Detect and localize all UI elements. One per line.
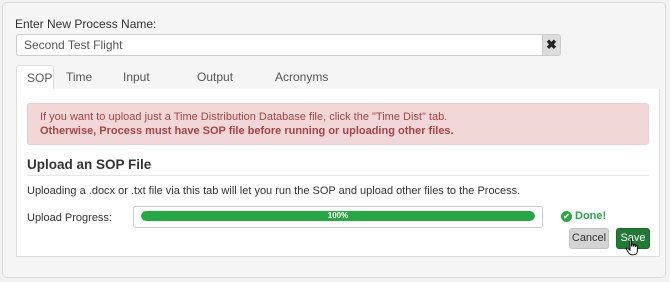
alert-line-1: If you want to upload just a Time Distri… (40, 111, 448, 123)
upload-description: Uploading a .docx or .txt file via this … (27, 185, 521, 197)
tab-input-devices[interactable]: Input Devices (113, 65, 176, 108)
sop-required-alert: If you want to upload just a Time Distri… (27, 103, 649, 145)
done-text: Done! (575, 210, 607, 222)
progress-fill: 100% (141, 211, 535, 221)
tab-output-display[interactable]: Output Display (187, 65, 246, 108)
tab-time-dist[interactable]: Time Dist (56, 65, 102, 108)
alert-line-2: Otherwise, Process must have SOP file be… (40, 125, 454, 137)
tab-acronyms[interactable]: Acronyms (265, 65, 338, 90)
process-panel: Enter New Process Name: Second Test Flig… (2, 2, 666, 278)
upload-progress-label: Upload Progress: (27, 212, 112, 224)
process-name-group: Second Test Flight ✖ (16, 34, 561, 56)
section-divider (27, 175, 649, 176)
check-circle-icon: ✔ (561, 210, 572, 222)
upload-status: ✔ Done! (561, 210, 606, 222)
upload-progress-box: 100% (133, 206, 543, 228)
tab-sop[interactable]: SOP (16, 65, 54, 90)
section-title: Upload an SOP File (27, 157, 152, 172)
cancel-button[interactable]: Cancel (569, 228, 609, 249)
progress-track: 100% (141, 211, 535, 221)
close-icon: ✖ (546, 37, 557, 52)
process-name-input[interactable]: Second Test Flight (16, 34, 542, 56)
sop-tab-content: If you want to upload just a Time Distri… (16, 89, 660, 257)
clear-name-button[interactable]: ✖ (542, 34, 561, 56)
process-name-label: Enter New Process Name: (15, 17, 157, 31)
hand-cursor-icon (625, 238, 638, 256)
